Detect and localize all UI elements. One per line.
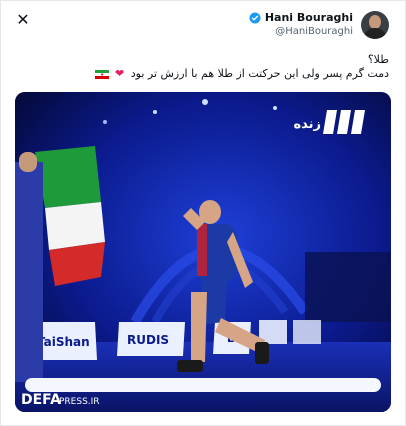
- board-center-text: RUDIS: [127, 333, 169, 347]
- red-heart-icon: ❤: [115, 67, 125, 80]
- tweet-text-line1: طلا؟: [367, 53, 389, 66]
- close-icon[interactable]: ✕: [15, 10, 31, 29]
- tweet-text-line2: دمت گرم پسر ولی این حرکتت از طلا هم با ا…: [130, 67, 389, 80]
- tweet-media-image[interactable]: TaiShan RUDIS EP: [15, 92, 391, 412]
- author-handle[interactable]: @HaniBouraghi: [275, 25, 353, 39]
- iran-flag-icon: [94, 69, 109, 79]
- avatar[interactable]: [361, 11, 389, 39]
- author-names: Hani Bouraghi @HaniBouraghi: [249, 11, 353, 39]
- channel-logo-text: زنده: [293, 117, 321, 132]
- watermark-domain: PRESS.IR: [59, 397, 100, 407]
- board-left-text: TaiShan: [37, 335, 90, 349]
- verified-badge-icon: [249, 12, 261, 24]
- watermark-brand: DEFA: [21, 392, 61, 408]
- author-name-row: Hani Bouraghi: [249, 11, 353, 25]
- tweet-author[interactable]: Hani Bouraghi @HaniBouraghi: [249, 11, 389, 39]
- tweet-card: ✕ Hani Bouraghi @HaniBouraghi طلا؟ دمت گ…: [0, 0, 406, 426]
- author-name[interactable]: Hani Bouraghi: [265, 11, 353, 25]
- tweet-text: طلا؟ دمت گرم پسر ولی این حرکتت از طلا هم…: [29, 53, 389, 81]
- tweet-text-line2-wrap: دمت گرم پسر ولی این حرکتت از طلا هم با ا…: [29, 67, 389, 81]
